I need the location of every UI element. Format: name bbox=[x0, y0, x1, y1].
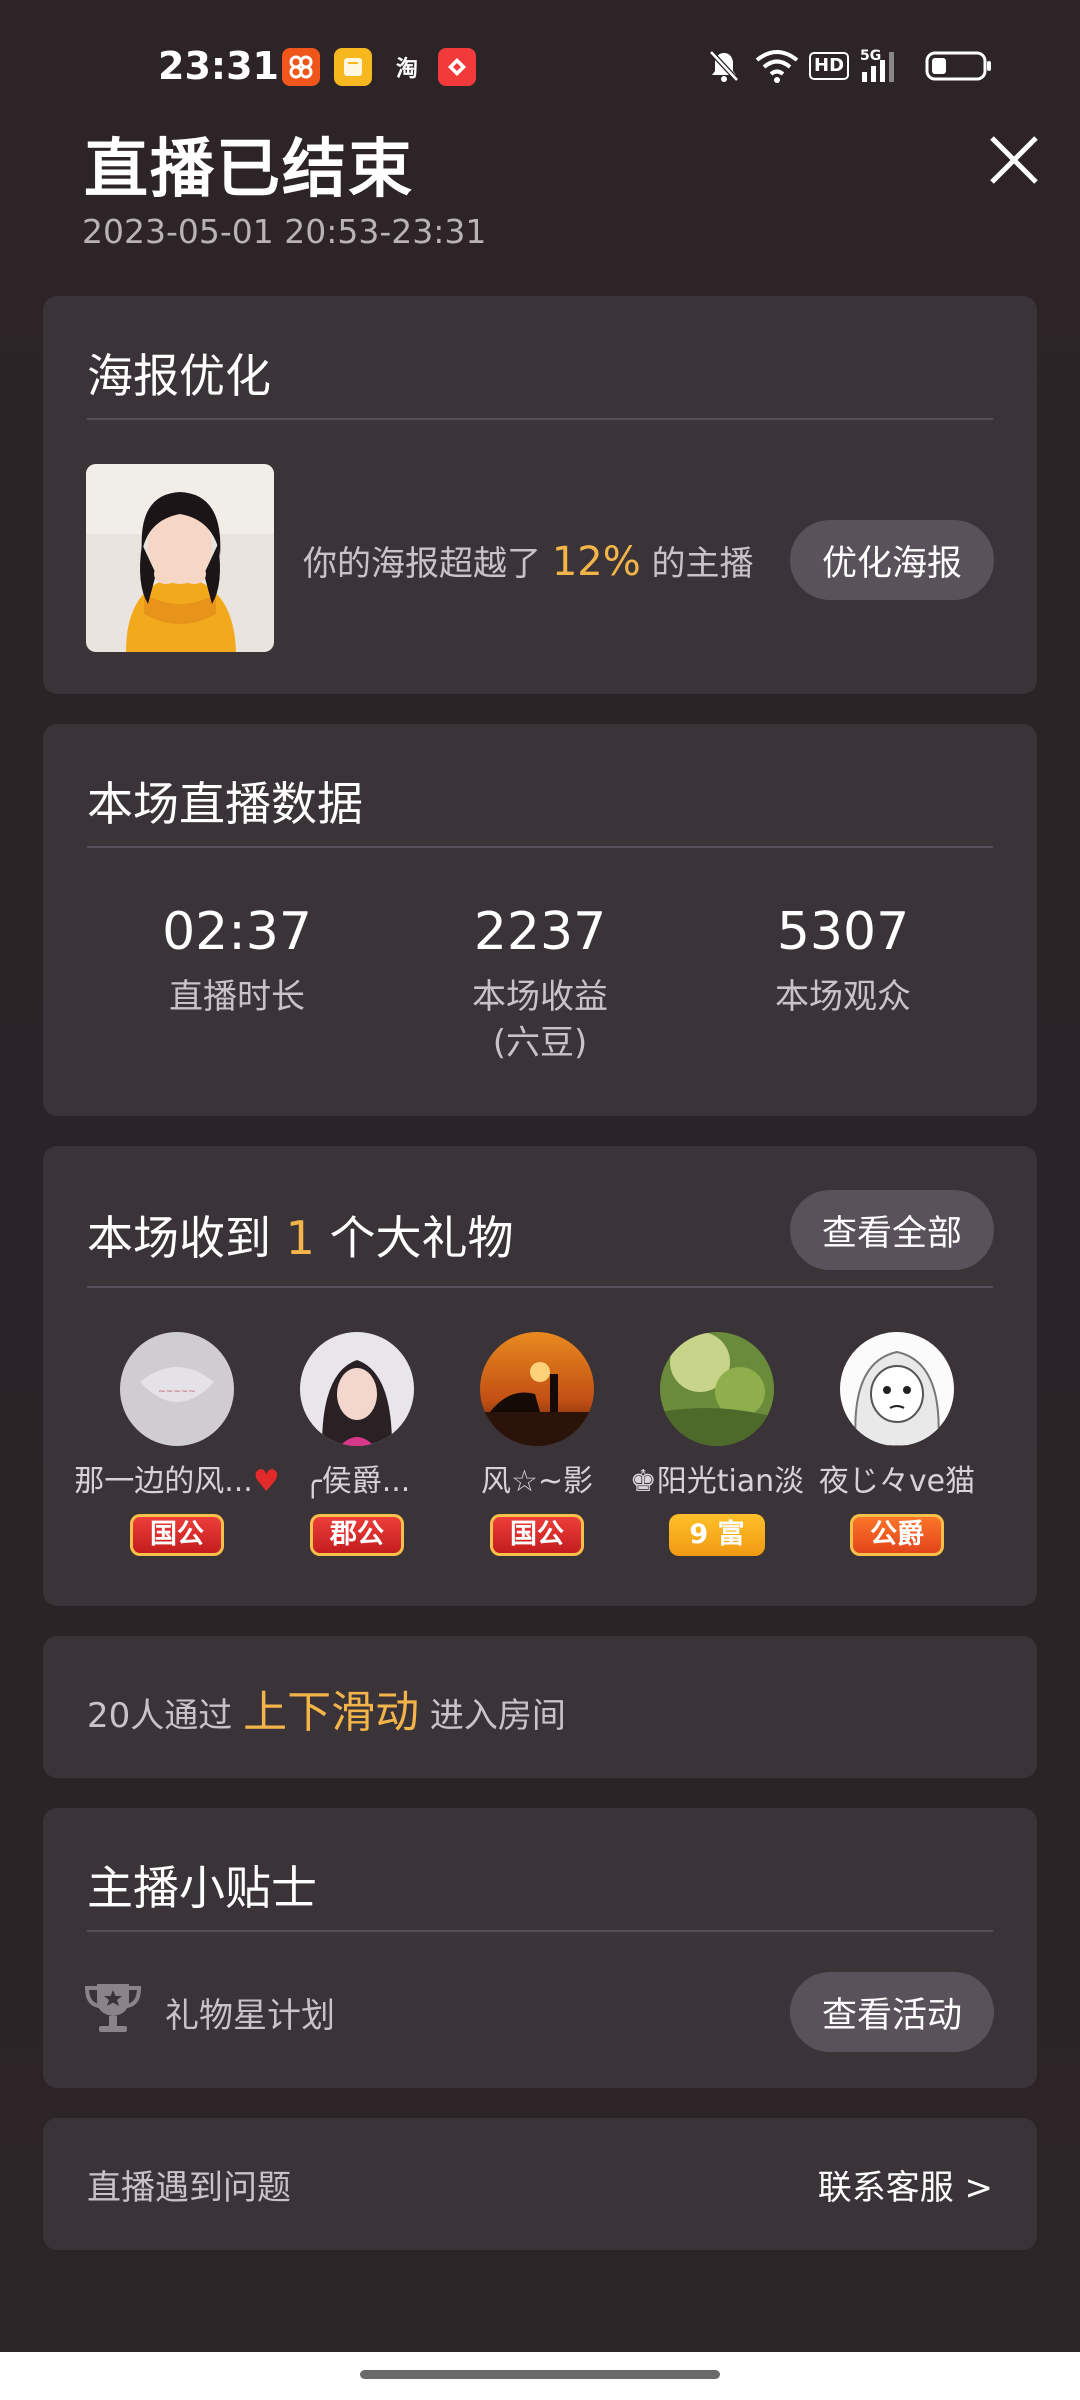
signal-5g-icon: 5G bbox=[858, 46, 902, 86]
app-icon-red bbox=[438, 48, 476, 86]
view-all-gifts-button[interactable]: 查看全部 bbox=[790, 1190, 994, 1270]
close-icon bbox=[990, 136, 1038, 184]
tips-title: 主播小贴士 bbox=[87, 1861, 317, 1915]
gifts-card: 本场收到 1 个大礼物 查看全部 ~~~~~ 那一边的风...♥ 国公 ╭侯爵.… bbox=[43, 1146, 1037, 1606]
contact-support-link[interactable]: 联系客服 > bbox=[818, 2160, 993, 2209]
poster-card: 海报优化 你的海报超越了 12% 的主播 优化海报 bbox=[43, 296, 1037, 694]
tips-card: 主播小贴士 礼物星计划 查看活动 bbox=[43, 1808, 1037, 2088]
gift-star-plan-label: 礼物星计划 bbox=[165, 1996, 335, 2036]
avatar bbox=[300, 1332, 414, 1446]
user-rank-badge: 公爵 bbox=[850, 1514, 944, 1556]
status-bar: 23:31 淘 HD 5G bbox=[0, 0, 1080, 130]
divider bbox=[87, 846, 993, 848]
hd-icon: HD bbox=[809, 46, 850, 86]
svg-text:~~~~~: ~~~~~ bbox=[158, 1387, 196, 1397]
view-activity-button[interactable]: 查看活动 bbox=[790, 1972, 994, 2052]
divider bbox=[87, 418, 993, 420]
app-icon-yellow bbox=[334, 48, 372, 86]
trophy-icon bbox=[83, 1980, 143, 2036]
divider bbox=[87, 1286, 993, 1288]
stat-earnings: 2237 本场收益 (六豆) bbox=[472, 902, 608, 1063]
gift-count: 1 bbox=[285, 1211, 315, 1265]
battery-icon bbox=[924, 46, 994, 86]
status-time: 23:31 bbox=[158, 44, 279, 88]
user-rank-badge: 9 富 bbox=[669, 1514, 765, 1556]
svg-text:5G: 5G bbox=[860, 48, 881, 64]
stat-duration: 02:37 直播时长 bbox=[162, 902, 312, 1017]
help-card: 直播遇到问题 联系客服 > bbox=[43, 2118, 1037, 2250]
gifts-title: 本场收到 1 个大礼物 bbox=[87, 1211, 514, 1265]
stats-title: 本场直播数据 bbox=[87, 777, 363, 831]
gift-user[interactable]: 风☆~影 国公 bbox=[447, 1332, 627, 1556]
live-stats-card: 本场直播数据 02:37 直播时长 2237 本场收益 (六豆) 5307 本场… bbox=[43, 724, 1037, 1116]
avatar: ~~~~~ bbox=[120, 1332, 234, 1446]
home-indicator[interactable] bbox=[360, 2370, 720, 2379]
user-rank-badge: 国公 bbox=[130, 1514, 224, 1556]
gift-user[interactable]: ~~~~~ 那一边的风...♥ 国公 bbox=[74, 1332, 280, 1556]
swipe-entry-text: 20人通过 上下滑动 进入房间 bbox=[87, 1687, 566, 1738]
page-title: 直播已结束 bbox=[84, 133, 414, 207]
gift-user[interactable]: ╭侯爵... 郡公 bbox=[267, 1332, 447, 1556]
wifi-icon bbox=[754, 46, 800, 86]
swipe-entry-card: 20人通过 上下滑动 进入房间 bbox=[43, 1636, 1037, 1778]
optimize-poster-button[interactable]: 优化海报 bbox=[790, 520, 994, 600]
help-text: 直播遇到问题 bbox=[87, 2168, 291, 2208]
taobao-icon: 淘 bbox=[395, 57, 418, 82]
close-button[interactable] bbox=[984, 130, 1044, 190]
app-icon-orange bbox=[282, 48, 320, 86]
avatar bbox=[660, 1332, 774, 1446]
swipe-highlight: 上下滑动 bbox=[243, 1687, 420, 1738]
stat-audience: 5307 本场观众 bbox=[775, 902, 911, 1017]
divider bbox=[87, 1930, 993, 1932]
avatar bbox=[480, 1332, 594, 1446]
user-rank-badge: 郡公 bbox=[310, 1514, 404, 1556]
mute-bell-icon bbox=[706, 46, 742, 86]
poster-image[interactable] bbox=[86, 464, 274, 652]
avatar bbox=[840, 1332, 954, 1446]
user-rank-badge: 国公 bbox=[490, 1514, 584, 1556]
gift-user[interactable]: ♚阳光tian淡 9 富 bbox=[627, 1332, 807, 1556]
live-time-range: 2023-05-01 20:53-23:31 bbox=[82, 212, 487, 251]
gift-user[interactable]: 夜じ々ve猫 公爵 bbox=[807, 1332, 987, 1556]
poster-title: 海报优化 bbox=[87, 349, 271, 403]
poster-percent: 12% bbox=[551, 539, 641, 585]
poster-rank-text: 你的海报超越了 12% 的主播 bbox=[303, 539, 754, 585]
